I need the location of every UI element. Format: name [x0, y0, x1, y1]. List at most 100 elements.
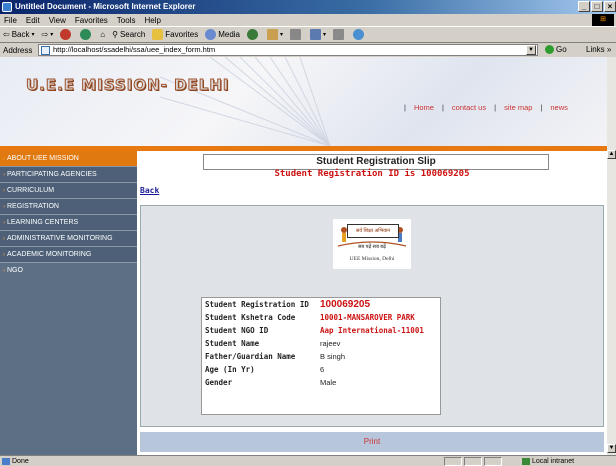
menu-file[interactable]: File	[4, 16, 17, 25]
browser-toolbar: ⇦ Back ▾ ⇨ ▾ ⌂ ⚲ Search Favorites Media …	[0, 26, 616, 43]
print-toolbar-button[interactable]	[290, 29, 303, 40]
stop-button[interactable]	[60, 29, 73, 40]
back-button[interactable]: ⇦ Back ▾	[3, 30, 35, 39]
sidebar-item-label: ACADEMIC MONITORING	[7, 251, 92, 258]
links-label: Links	[586, 45, 605, 54]
links-button[interactable]: Links »	[586, 44, 611, 56]
back-link[interactable]: Back	[140, 186, 159, 195]
menu-favorites[interactable]: Favorites	[75, 16, 108, 25]
sidebar-item-registration[interactable]: › REGISTRATION	[0, 199, 137, 215]
sidebar-item-curriculum[interactable]: › CURRICULUM	[0, 183, 137, 199]
header-rays-decoration	[159, 57, 331, 146]
nav-news[interactable]: news	[550, 103, 568, 112]
menu-view[interactable]: View	[49, 16, 66, 25]
field-value: B singh	[320, 352, 346, 361]
site-header: U.E.E MISSION- DELHI | Home | contact us…	[0, 57, 607, 146]
windows-logo-icon: ⊞	[592, 14, 614, 26]
stop-icon	[60, 29, 72, 40]
status-pane	[464, 457, 482, 466]
history-icon	[247, 29, 258, 40]
menu-help[interactable]: Help	[144, 16, 160, 25]
history-button[interactable]	[247, 29, 260, 40]
page-done-icon	[2, 458, 10, 465]
sidebar-item-label: ADMINISTRATIVE MONITORING	[7, 235, 113, 242]
address-dropdown-icon[interactable]: ▼	[526, 45, 536, 55]
site-logo[interactable]: U.E.E MISSION- DELHI	[25, 76, 229, 95]
minimize-button[interactable]: _	[578, 1, 590, 12]
messenger-button[interactable]	[353, 29, 366, 40]
search-icon: ⚲	[112, 30, 118, 39]
refresh-button[interactable]	[80, 29, 93, 40]
nav-separator: |	[441, 103, 444, 112]
go-label: Go	[556, 45, 567, 54]
bullet-arrow-icon: ›	[3, 268, 5, 274]
status-pane	[444, 457, 462, 466]
close-button[interactable]: ×	[604, 1, 616, 12]
sidebar-item-label: ABOUT UEE MISSION	[7, 155, 79, 162]
edit-button[interactable]: ▾	[310, 29, 326, 40]
media-button[interactable]: Media	[205, 29, 240, 40]
printer-icon	[290, 29, 302, 40]
edit-icon	[310, 29, 322, 40]
sidebar: › ABOUT UEE MISSION › PARTICIPATING AGENCI…	[0, 151, 137, 455]
security-zone: Local intranet	[522, 456, 574, 466]
menu-edit[interactable]: Edit	[26, 16, 40, 25]
sidebar-item-administrative-monitoring[interactable]: › ADMINISTRATIVE MONITORING	[0, 231, 137, 247]
address-url: http://localhost/ssadelhi/ssa/uee_index_…	[53, 45, 216, 54]
bullet-arrow-icon: ›	[3, 188, 5, 194]
bullet-arrow-icon: ›	[3, 172, 5, 178]
field-value: 10001-MANSAROVER PARK	[320, 313, 415, 322]
ssa-logo: सर्व शिक्षा अभियान सब पढ़ें सब बढ़ें UEE…	[333, 219, 411, 269]
status-panes	[444, 457, 504, 466]
nav-contact-us[interactable]: contact us	[452, 103, 486, 112]
forward-button[interactable]: ⇨ ▾	[42, 30, 54, 39]
refresh-icon	[80, 29, 92, 40]
table-row: Father/Guardian Name B singh	[202, 350, 440, 363]
table-row: Student Name rajeev	[202, 337, 440, 350]
scroll-down-icon[interactable]: ▼	[607, 444, 616, 453]
go-button[interactable]: Go	[545, 44, 567, 56]
bullet-arrow-icon: ›	[3, 156, 5, 162]
nav-separator: |	[540, 103, 543, 112]
sidebar-item-academic-monitoring[interactable]: › ACADEMIC MONITORING	[0, 247, 137, 263]
search-button[interactable]: ⚲ Search	[112, 30, 145, 39]
student-details-table: Student Registration ID 100069205 Studen…	[201, 297, 441, 415]
bullet-arrow-icon: ›	[3, 236, 5, 242]
status-bar: Done Local intranet	[0, 455, 616, 466]
logo-banner: सर्व शिक्षा अभियान	[347, 224, 399, 238]
nav-site-map[interactable]: site map	[504, 103, 532, 112]
address-label: Address	[3, 45, 33, 55]
sidebar-item-participating-agencies[interactable]: › PARTICIPATING AGENCIES	[0, 167, 137, 183]
favorites-button[interactable]: Favorites	[152, 29, 198, 40]
status-text: Done	[12, 458, 29, 465]
nav-separator: |	[494, 103, 497, 112]
window-titlebar: Untitled Document - Microsoft Internet E…	[0, 0, 616, 14]
links-chevron-icon: »	[606, 45, 612, 54]
discuss-button[interactable]	[333, 29, 346, 40]
address-input[interactable]: http://localhost/ssadelhi/ssa/uee_index_…	[38, 44, 538, 56]
vertical-scrollbar[interactable]: ▲ ▼	[607, 57, 616, 455]
table-row: Student Kshetra Code 10001-MANSAROVER PA…	[202, 311, 440, 324]
field-value: rajeev	[320, 339, 341, 348]
mail-icon	[267, 29, 278, 40]
mail-button[interactable]: ▾	[267, 29, 283, 40]
sidebar-item-label: LEARNING CENTERS	[7, 219, 79, 226]
window-title: Untitled Document - Microsoft Internet E…	[15, 2, 196, 11]
print-button[interactable]: Print	[140, 432, 604, 452]
page-viewport: U.E.E MISSION- DELHI | Home | contact us…	[0, 57, 607, 455]
ie-icon	[2, 2, 12, 12]
sidebar-item-ngo[interactable]: › NGO	[0, 263, 137, 279]
nav-home[interactable]: Home	[414, 103, 434, 112]
sidebar-item-label: NGO	[7, 267, 23, 274]
menu-bar: File Edit View Favorites Tools Help ⊞	[0, 14, 616, 26]
home-button[interactable]: ⌂	[100, 30, 105, 39]
field-label: Father/Guardian Name	[205, 352, 296, 361]
edit-dropdown-icon: ▾	[323, 32, 327, 38]
sidebar-item-learning-centers[interactable]: › LEARNING CENTERS	[0, 215, 137, 231]
scroll-up-icon[interactable]: ▲	[607, 150, 616, 159]
menu-tools[interactable]: Tools	[117, 16, 136, 25]
field-label: Student Registration ID	[205, 300, 309, 309]
sidebar-item-about-uee-mission[interactable]: › ABOUT UEE MISSION	[0, 151, 137, 167]
field-value: Male	[320, 378, 337, 387]
maximize-button[interactable]: □	[591, 1, 603, 12]
